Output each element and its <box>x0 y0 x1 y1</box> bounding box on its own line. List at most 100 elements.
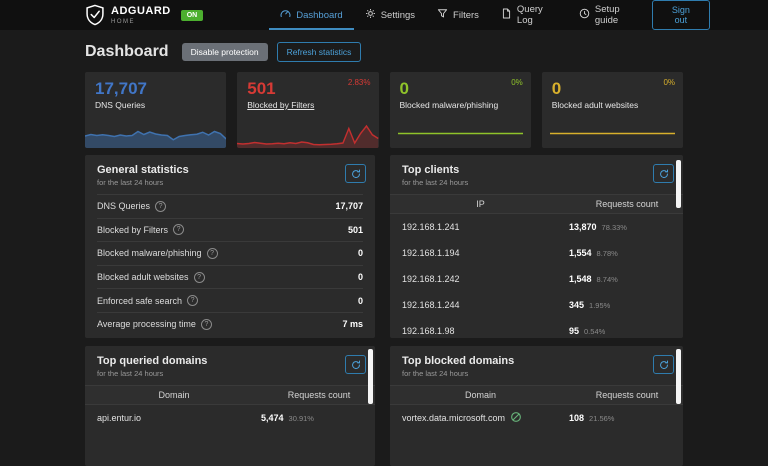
stat-label: Blocked adult websites <box>97 272 189 282</box>
help-icon[interactable]: ? <box>194 272 205 283</box>
card-label: Blocked malware/phishing <box>400 100 531 110</box>
panel-title: Top clients <box>402 164 671 176</box>
table-row: 192.168.1.244 3451.95% <box>390 292 683 318</box>
nav-label: Setup guide <box>595 4 641 26</box>
table-row: 192.168.1.194 1,5548.78% <box>390 240 683 266</box>
table-row: 192.168.1.241 13,870 78.33% <box>390 214 683 240</box>
refresh-icon[interactable] <box>345 355 366 374</box>
card-value: 17,707 <box>95 80 226 99</box>
top-queried-domains-panel: Top queried domains for the last 24 hour… <box>85 346 375 466</box>
refresh-icon[interactable] <box>653 164 674 183</box>
nav-filters[interactable]: Filters <box>426 0 490 30</box>
stat-value: 0 <box>358 272 363 282</box>
panel-subtitle: for the last 24 hours <box>402 369 671 378</box>
requests-percent: 78.33% <box>602 223 627 232</box>
tracker-blocked-icon <box>510 411 522 425</box>
sparkline-chart <box>550 118 675 148</box>
column-header: Requests count <box>571 390 683 400</box>
requests-percent: 1.95% <box>589 301 610 310</box>
requests-count: 1,548 <box>569 274 592 284</box>
stat-label: Blocked by Filters <box>97 225 168 235</box>
stat-value: 501 <box>348 225 363 235</box>
adguard-logo: ADGUARD HOME ON <box>85 4 203 26</box>
table-body: api.entur.io 5,47430.91% <box>85 405 375 431</box>
table-body: vortex.data.microsoft.com 10821.56% <box>390 405 683 431</box>
stat-row: Blocked adult websites? 0 <box>97 265 363 289</box>
card-blocked-adult: 0% 0 Blocked adult websites <box>542 72 683 148</box>
stat-row: Blocked by Filters? 501 <box>97 218 363 242</box>
card-label: DNS Queries <box>95 100 226 110</box>
nav-dashboard[interactable]: Dashboard <box>269 0 353 30</box>
domain-name[interactable]: api.entur.io <box>97 413 261 423</box>
panel-title: Top queried domains <box>97 355 363 367</box>
client-ip[interactable]: 192.168.1.194 <box>402 248 569 258</box>
disable-protection-button[interactable]: Disable protection <box>182 43 268 61</box>
stat-row: Blocked malware/phishing? 0 <box>97 241 363 265</box>
column-header: Requests count <box>263 390 375 400</box>
requests-count: 5,474 <box>261 413 284 423</box>
help-icon[interactable]: ? <box>187 295 198 306</box>
table-body: 192.168.1.241 13,870 78.33% 192.168.1.194… <box>390 214 683 338</box>
main-nav: Dashboard Settings Filters Query Log Set… <box>269 0 652 30</box>
scrollbar[interactable] <box>676 349 681 404</box>
stat-row: Enforced safe search? 0 <box>97 288 363 312</box>
client-ip[interactable]: 192.168.1.241 <box>402 222 569 232</box>
requests-count: 95 <box>569 326 579 336</box>
panel-header: General statistics for the last 24 hours <box>85 155 375 194</box>
nav-label: Query Log <box>517 4 557 26</box>
table-row: 192.168.1.242 1,548 8.74% <box>390 266 683 292</box>
stat-label: Enforced safe search <box>97 296 182 306</box>
table-row: 192.168.1.98 95 0.54% <box>390 318 683 338</box>
sign-out-button[interactable]: Sign out <box>652 0 710 30</box>
status-badge: ON <box>181 10 204 21</box>
card-blocked-by-filters: 2.83% 501 Blocked by Filters <box>237 72 378 148</box>
help-icon[interactable]: ? <box>207 248 218 259</box>
stat-label: DNS Queries <box>97 201 150 211</box>
gear-icon <box>365 8 376 22</box>
refresh-icon[interactable] <box>653 355 674 374</box>
panel-subtitle: for the last 24 hours <box>402 178 671 187</box>
help-icon[interactable]: ? <box>173 224 184 235</box>
nav-settings[interactable]: Settings <box>354 0 426 30</box>
dashboard-icon <box>280 8 291 22</box>
client-ip[interactable]: 192.168.1.244 <box>402 300 569 310</box>
domain-name[interactable]: vortex.data.microsoft.com <box>402 413 505 423</box>
card-label: Blocked adult websites <box>552 100 683 110</box>
scrollbar[interactable] <box>368 349 373 404</box>
nav-label: Settings <box>381 10 415 21</box>
nav-label: Dashboard <box>296 10 342 21</box>
requests-count: 13,870 <box>569 222 597 232</box>
client-ip[interactable]: 192.168.1.98 <box>402 326 569 336</box>
stat-value: 7 ms <box>342 319 363 329</box>
card-blocked-malware: 0% 0 Blocked malware/phishing <box>390 72 531 148</box>
requests-percent: 0.54% <box>584 327 605 336</box>
refresh-icon[interactable] <box>345 164 366 183</box>
brand-name: ADGUARD <box>111 6 171 17</box>
requests-percent: 8.74% <box>597 275 618 284</box>
table-header: Domain Requests count <box>390 385 683 405</box>
client-ip[interactable]: 192.168.1.242 <box>402 274 569 284</box>
header: ADGUARD HOME ON Dashboard Settings Filte… <box>0 0 768 30</box>
help-icon[interactable]: ? <box>155 201 166 212</box>
document-icon <box>501 8 512 22</box>
scrollbar[interactable] <box>676 160 681 208</box>
help-icon[interactable]: ? <box>201 319 212 330</box>
panel-header: Top clients for the last 24 hours <box>390 155 683 194</box>
top-clients-panel: Top clients for the last 24 hours IP Req… <box>390 155 683 338</box>
brand-subtitle: HOME <box>111 19 171 25</box>
column-header: Domain <box>85 390 263 400</box>
nav-setup-guide[interactable]: Setup guide <box>568 0 652 30</box>
nav-label: Filters <box>453 10 479 21</box>
refresh-statistics-button[interactable]: Refresh statistics <box>277 42 362 62</box>
card-label-link[interactable]: Blocked by Filters <box>247 100 378 110</box>
sparkline-chart <box>398 118 523 148</box>
general-statistics-panel: General statistics for the last 24 hours… <box>85 155 375 338</box>
table-row: vortex.data.microsoft.com 10821.56% <box>390 405 683 431</box>
panel-title: General statistics <box>97 164 363 176</box>
card-percent: 2.83% <box>348 78 371 87</box>
panel-subtitle: for the last 24 hours <box>97 178 363 187</box>
page-title: Dashboard <box>85 43 169 61</box>
requests-count: 108 <box>569 413 584 423</box>
nav-query-log[interactable]: Query Log <box>490 0 568 30</box>
card-percent: 0% <box>663 78 675 87</box>
